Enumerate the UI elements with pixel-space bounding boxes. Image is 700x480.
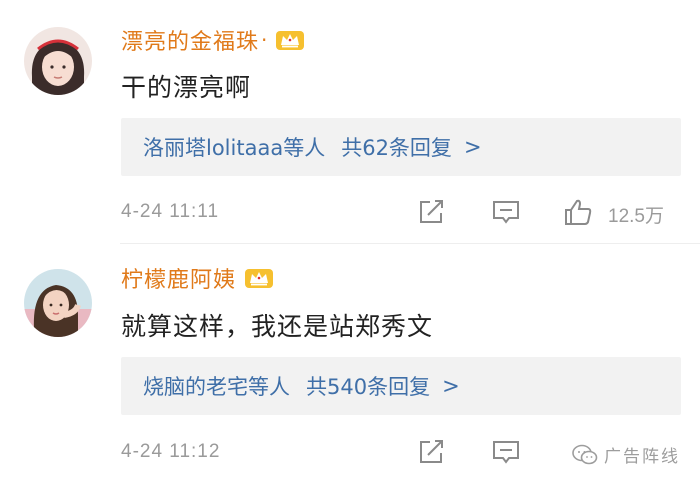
thumbs-up-icon[interactable] (562, 197, 594, 227)
watermark-text: 广告阵线 (604, 447, 680, 467)
like-count: 12.5万 (608, 206, 664, 227)
username-row: 柠檬鹿阿姨 (121, 262, 274, 294)
chevron-right-icon: > (442, 374, 460, 398)
comment-text: 干的漂亮啊 (121, 73, 252, 102)
watermark: 广告阵线 (572, 442, 680, 467)
comment-icon[interactable] (490, 437, 522, 467)
comment-item: 漂亮的金福珠 · 干的漂亮啊 洛丽塔lolitaaa等人 共62条回复 > 4-… (0, 0, 700, 245)
reply-count[interactable]: 共540条回复 (306, 371, 430, 401)
comment-divider (120, 243, 700, 244)
wechat-icon (572, 444, 598, 466)
user-avatar[interactable] (24, 269, 92, 337)
reply-summary[interactable]: 洛丽塔lolitaaa等人 共62条回复 > (121, 118, 681, 176)
reply-users[interactable]: 洛丽塔lolitaaa等人 (143, 132, 325, 162)
comment-time: 4-24 11:11 (121, 201, 220, 222)
username[interactable]: 柠檬鹿阿姨 (121, 262, 236, 294)
comment-time: 4-24 11:12 (121, 441, 221, 462)
reply-summary[interactable]: 烧脑的老宅等人 共540条回复 > (121, 357, 681, 415)
comment-meta: 4-24 11:12 广告阵线 (0, 432, 700, 472)
chevron-right-icon: > (463, 135, 482, 159)
comment-meta: 4-24 11:11 12.5万 (0, 192, 700, 232)
share-icon[interactable] (416, 437, 448, 467)
crown-icon (244, 266, 274, 290)
comment-item: 柠檬鹿阿姨 就算这样，我还是站郑秀文 烧脑的老宅等人 共540条回复 > 4-2… (0, 245, 700, 480)
comment-text: 就算这样，我还是站郑秀文 (121, 312, 434, 341)
username[interactable]: 漂亮的金福珠 (121, 24, 259, 56)
username-dot: · (261, 28, 268, 52)
comment-icon[interactable] (490, 197, 522, 227)
reply-users[interactable]: 烧脑的老宅等人 (143, 371, 290, 401)
share-icon[interactable] (416, 197, 448, 227)
crown-icon (275, 28, 305, 52)
username-row: 漂亮的金福珠 · (121, 24, 305, 56)
reply-count[interactable]: 共62条回复 (341, 132, 452, 162)
user-avatar[interactable] (24, 27, 92, 95)
